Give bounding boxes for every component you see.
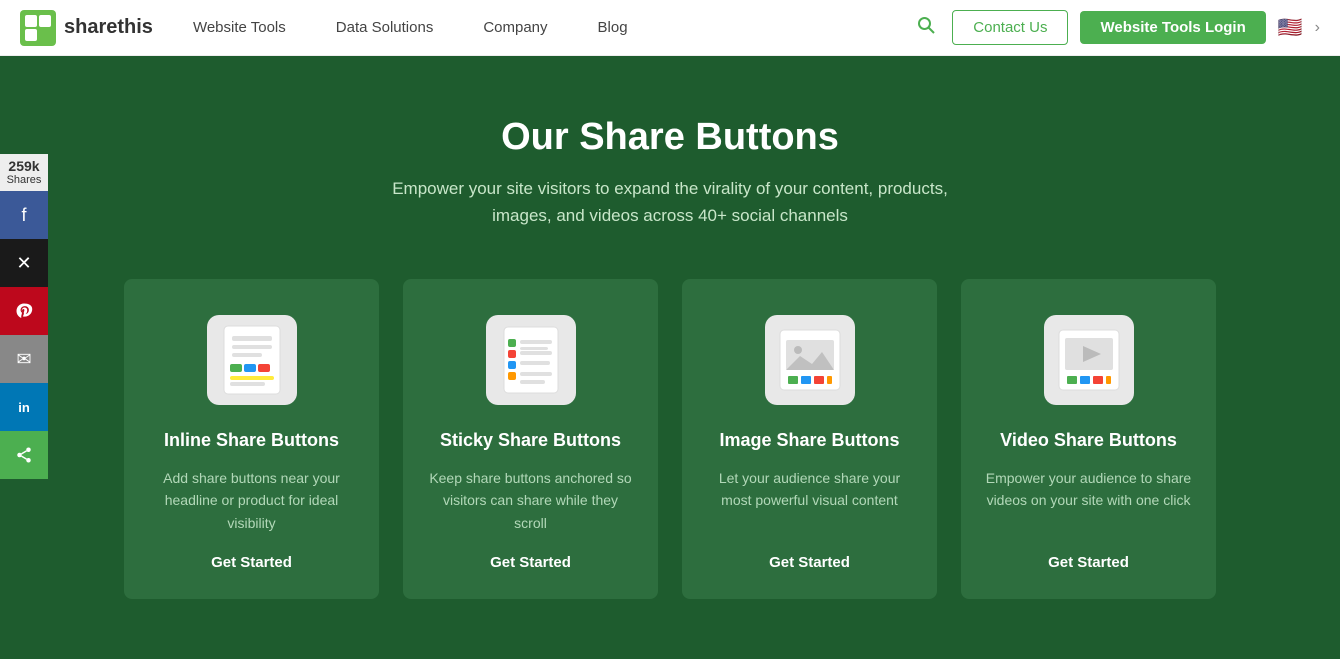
navbar-actions: Contact Us Website Tools Login 🇺🇸 › [912, 10, 1320, 45]
search-button[interactable] [912, 11, 940, 44]
hero-subtitle: Empower your site visitors to expand the… [80, 175, 1260, 229]
sticky-icon-wrapper [486, 315, 576, 405]
image-card-desc: Let your audience share your most powerf… [706, 467, 913, 534]
navbar: sharethis Website Tools Data Solutions C… [0, 0, 1340, 56]
main-content: Our Share Buttons Empower your site visi… [0, 56, 1340, 659]
nav-company[interactable]: Company [483, 19, 547, 36]
pinterest-icon [15, 302, 33, 320]
video-icon-wrapper [1044, 315, 1134, 405]
share-count: 259k Shares [0, 154, 48, 192]
hero-section: Our Share Buttons Empower your site visi… [80, 116, 1260, 229]
image-share-icon [778, 328, 842, 392]
share-count-label: Shares [6, 174, 42, 187]
image-card-title: Image Share Buttons [719, 429, 899, 452]
card-sticky: Sticky Share Buttons Keep share buttons … [403, 279, 658, 599]
video-card-cta[interactable]: Get Started [1048, 554, 1129, 571]
facebook-share-button[interactable]: f [0, 191, 48, 239]
sticky-share-icon [502, 325, 560, 395]
video-card-desc: Empower your audience to share videos on… [985, 467, 1192, 534]
flag-icon: 🇺🇸 [1278, 15, 1303, 40]
sticky-card-desc: Keep share buttons anchored so visitors … [427, 467, 634, 534]
card-image: Image Share Buttons Let your audience sh… [682, 279, 937, 599]
card-inline: Inline Share Buttons Add share buttons n… [124, 279, 379, 599]
sticky-card-cta[interactable]: Get Started [490, 554, 571, 571]
inline-card-title: Inline Share Buttons [164, 429, 339, 452]
logo[interactable]: sharethis [20, 10, 153, 46]
video-share-icon [1057, 328, 1121, 392]
search-icon [916, 15, 936, 35]
nav-data-solutions[interactable]: Data Solutions [336, 19, 434, 36]
email-share-button[interactable]: ✉ [0, 335, 48, 383]
pinterest-share-button[interactable] [0, 287, 48, 335]
nav-blog[interactable]: Blog [598, 19, 628, 36]
linkedin-share-button[interactable]: in [0, 383, 48, 431]
contact-button[interactable]: Contact Us [952, 10, 1068, 45]
sharethis-share-button[interactable] [0, 431, 48, 479]
share-count-number: 259k [6, 158, 42, 175]
video-card-title: Video Share Buttons [1000, 429, 1177, 452]
nav-website-tools[interactable]: Website Tools [193, 19, 286, 36]
inline-share-icon [222, 324, 282, 396]
twitter-share-button[interactable]: ✕ [0, 239, 48, 287]
inline-card-cta[interactable]: Get Started [211, 554, 292, 571]
social-panel: 259k Shares f ✕ ✉ in [0, 154, 48, 480]
login-button[interactable]: Website Tools Login [1080, 11, 1265, 44]
logo-text: sharethis [64, 16, 153, 39]
navbar-links: Website Tools Data Solutions Company Blo… [193, 19, 912, 36]
language-selector[interactable]: 🇺🇸 [1278, 15, 1303, 40]
inline-card-desc: Add share buttons near your headline or … [148, 467, 355, 534]
image-icon-wrapper [765, 315, 855, 405]
sharethis-icon [15, 446, 33, 464]
cards-row: Inline Share Buttons Add share buttons n… [80, 279, 1260, 599]
sticky-card-title: Sticky Share Buttons [440, 429, 621, 452]
card-video: Video Share Buttons Empower your audienc… [961, 279, 1216, 599]
image-card-cta[interactable]: Get Started [769, 554, 850, 571]
logo-icon [20, 10, 56, 46]
inline-icon-wrapper [207, 315, 297, 405]
hero-title: Our Share Buttons [80, 116, 1260, 159]
chevron-right-icon: › [1315, 19, 1320, 37]
